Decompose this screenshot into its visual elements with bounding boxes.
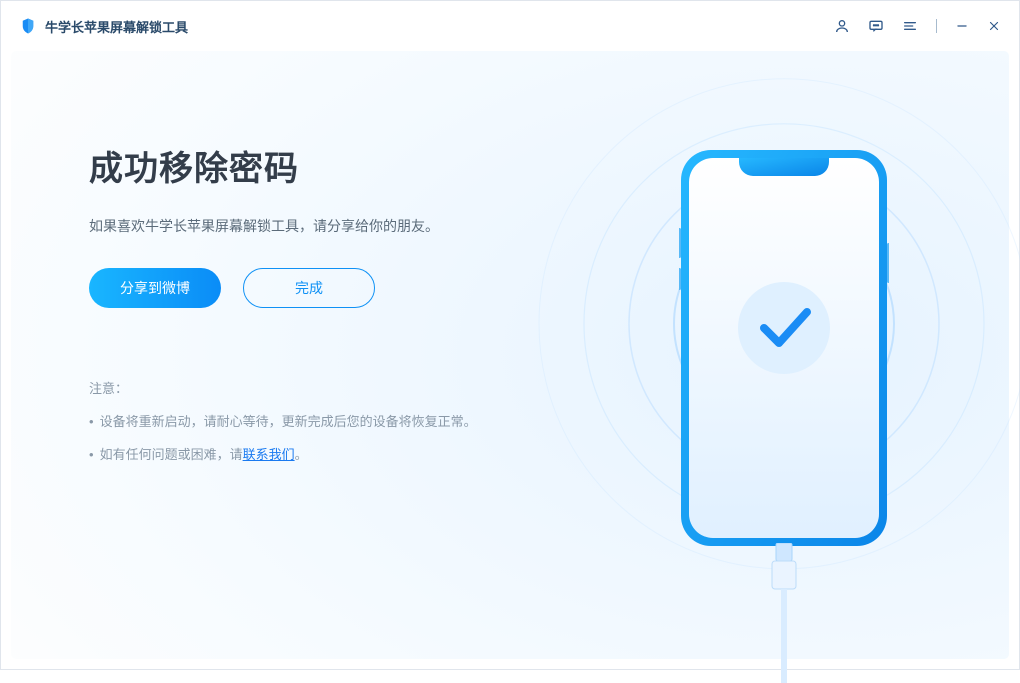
title-left: 牛学长苹果屏幕解锁工具	[19, 17, 188, 36]
button-row: 分享到微博 完成	[89, 268, 540, 308]
notice-title: 注意：	[89, 378, 540, 397]
menu-button[interactable]	[902, 18, 918, 34]
divider	[936, 19, 937, 33]
title-bar: 牛学长苹果屏幕解锁工具	[1, 1, 1019, 51]
share-button[interactable]: 分享到微博	[89, 268, 221, 308]
close-button[interactable]	[987, 19, 1001, 33]
phone-illustration	[679, 148, 889, 563]
cable-icon	[764, 543, 804, 683]
notice-item-1: • 设备将重新启动，请耐心等待，更新完成后您的设备将恢复正常。	[89, 411, 540, 430]
share-button-label: 分享到微博	[120, 278, 190, 298]
notice-block: 注意： • 设备将重新启动，请耐心等待，更新完成后您的设备将恢复正常。 • 如有…	[89, 378, 540, 463]
right-column	[560, 51, 1009, 659]
subtext: 如果喜欢牛学长苹果屏幕解锁工具，请分享给你的朋友。	[89, 216, 540, 236]
content-area: 成功移除密码 如果喜欢牛学长苹果屏幕解锁工具，请分享给你的朋友。 分享到微博 完…	[11, 51, 1009, 659]
minimize-button[interactable]	[955, 19, 969, 33]
feedback-button[interactable]	[868, 18, 884, 34]
notice-text-2: 如有任何问题或困难，请联系我们。	[100, 444, 308, 463]
app-title: 牛学长苹果屏幕解锁工具	[45, 17, 188, 36]
bullet-icon: •	[89, 414, 94, 429]
app-logo-icon	[19, 17, 37, 35]
done-button-label: 完成	[295, 278, 323, 298]
headline: 成功移除密码	[89, 141, 540, 190]
bullet-icon: •	[89, 447, 94, 462]
done-button[interactable]: 完成	[243, 268, 375, 308]
user-button[interactable]	[834, 18, 850, 34]
contact-link[interactable]: 联系我们	[243, 447, 295, 462]
notice-text-1: 设备将重新启动，请耐心等待，更新完成后您的设备将恢复正常。	[100, 411, 477, 430]
notice-item-2: • 如有任何问题或困难，请联系我们。	[89, 444, 540, 463]
notice-2-suffix: 。	[295, 447, 308, 462]
title-right	[834, 18, 1001, 34]
notice-2-prefix: 如有任何问题或困难，请	[100, 447, 243, 462]
left-column: 成功移除密码 如果喜欢牛学长苹果屏幕解锁工具，请分享给你的朋友。 分享到微博 完…	[11, 51, 560, 659]
